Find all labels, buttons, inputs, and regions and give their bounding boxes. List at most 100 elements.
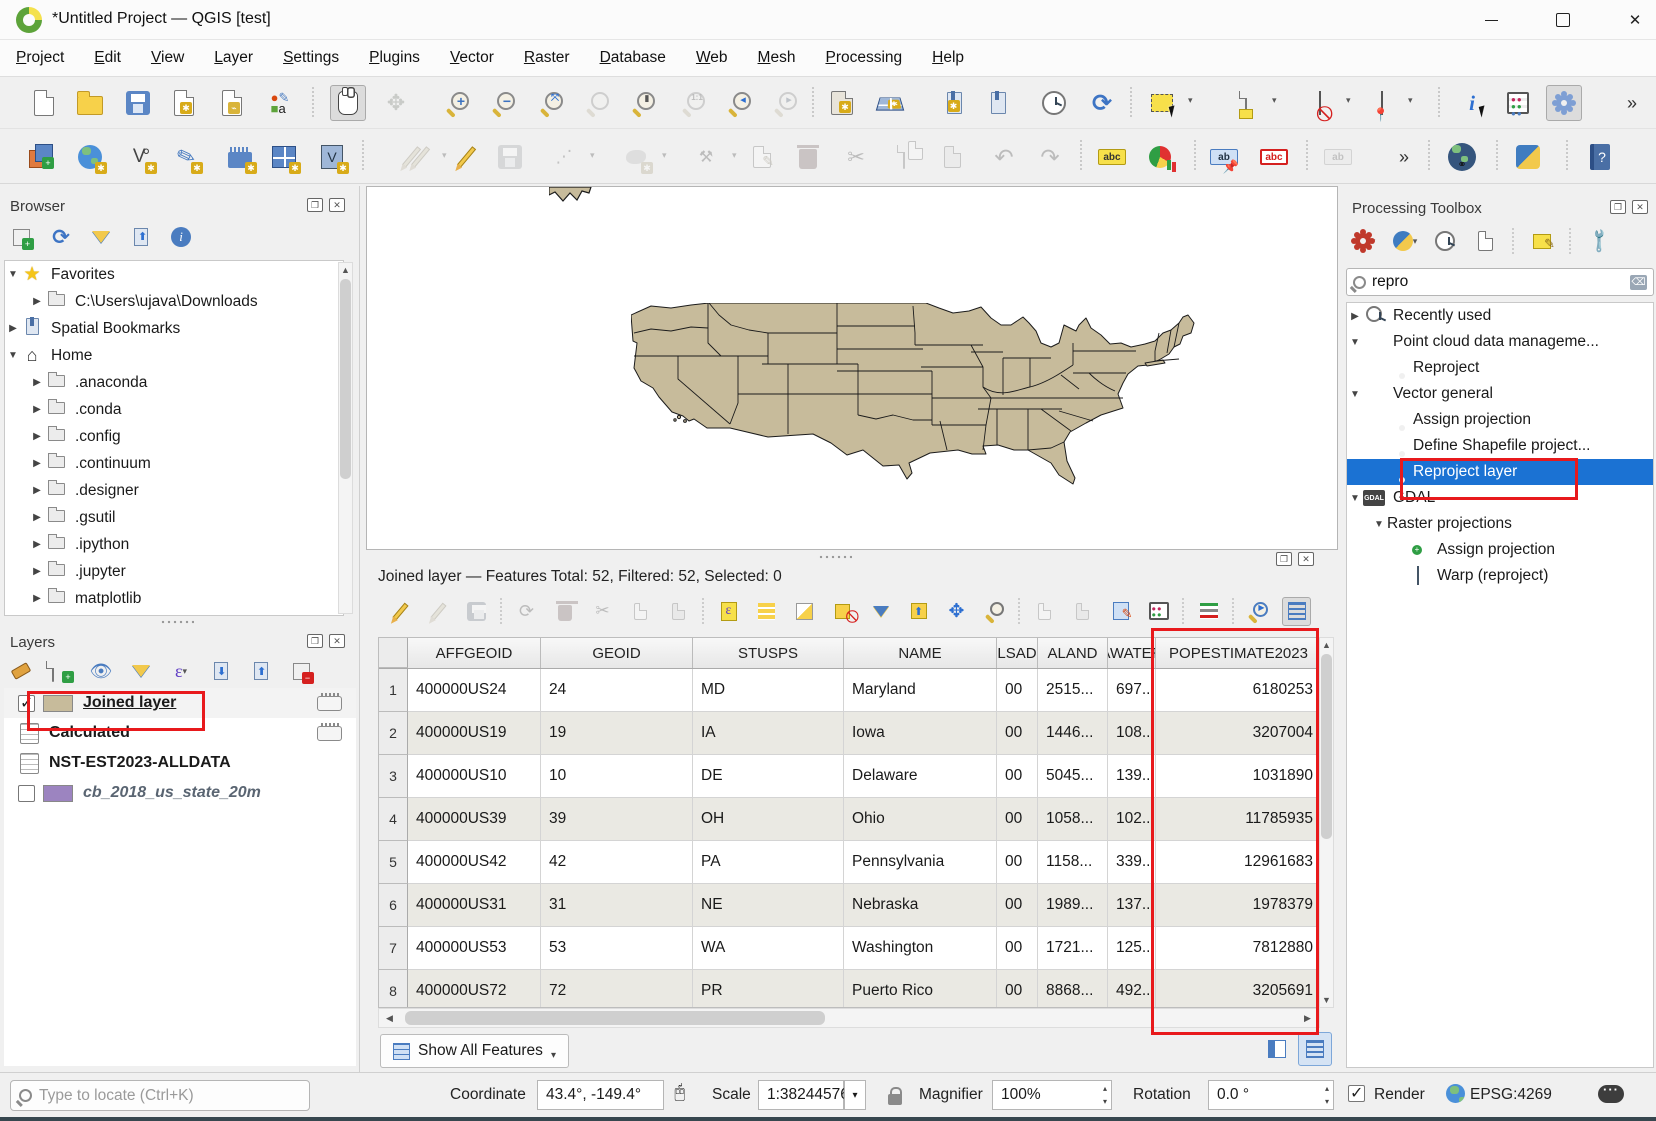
deselect-all-dropdown[interactable]: ▾: [1346, 95, 1351, 106]
browser-item-downloads[interactable]: ▶C:\Users\ujava\Downloads: [5, 288, 343, 315]
save-layer-edits-button[interactable]: [492, 139, 528, 175]
history-icon[interactable]: [1432, 228, 1458, 254]
toolbox-search-box[interactable]: repro ⌫: [1346, 268, 1654, 296]
paste-icon[interactable]: [664, 597, 693, 626]
python-console-button[interactable]: [1510, 139, 1546, 175]
add-selected-layer-icon[interactable]: +: [8, 224, 34, 250]
open-form-icon[interactable]: ✎: [1106, 597, 1135, 626]
browser-item-gsutil[interactable]: ▶.gsutil: [5, 504, 343, 531]
crs-globe-icon[interactable]: [1446, 1084, 1465, 1108]
digitize-dropdown[interactable]: ▾: [590, 150, 595, 161]
toolbox-item-recently-used[interactable]: ▶Recently used: [1347, 303, 1653, 329]
browser-item-config[interactable]: ▶.config: [5, 423, 343, 450]
collapse-all-layers-icon[interactable]: ⬆: [248, 658, 274, 684]
style-manager-button[interactable]: ●✎■a: [262, 85, 298, 121]
new-project-button[interactable]: [26, 85, 62, 121]
select-features-button[interactable]: [1144, 85, 1180, 121]
browser-item-ipython[interactable]: ▶.ipython: [5, 531, 343, 558]
browser-scrollbar[interactable]: ▲: [338, 262, 353, 614]
browser-close-icon[interactable]: ✕: [329, 198, 345, 212]
attribute-close-icon[interactable]: ✕: [1298, 552, 1314, 566]
crs-status[interactable]: EPSG:4269: [1470, 1086, 1552, 1104]
edit-features-in-place-icon[interactable]: ✎: [1529, 228, 1555, 254]
render-checkbox[interactable]: [1348, 1085, 1365, 1102]
properties-info-icon[interactable]: i: [168, 224, 194, 250]
results-viewer-icon[interactable]: [1472, 228, 1498, 254]
table-row[interactable]: 2 400000US19 19 IA Iowa 00 1446... 108..…: [379, 712, 1333, 755]
paste-features-button[interactable]: [934, 139, 970, 175]
toolbox-group-vector-general[interactable]: ▼Vector general: [1347, 381, 1653, 407]
cut-features-button[interactable]: ✂: [838, 139, 874, 175]
zoom-next-button[interactable]: ▸: [768, 85, 804, 121]
table-row[interactable]: 3 400000US10 10 DE Delaware 00 5045... 1…: [379, 755, 1333, 798]
add-vector-layer-button[interactable]: ✱: [72, 139, 108, 175]
filter-browser-icon[interactable]: [88, 224, 114, 250]
column-header-affgeoid[interactable]: AFFGEOID: [408, 638, 541, 668]
zoom-out-button[interactable]: −: [486, 85, 522, 121]
coordinate-value[interactable]: 43.4°, -149.4°: [537, 1080, 664, 1110]
zoom-play-icon[interactable]: ▶: [1244, 597, 1273, 626]
delete-selected-button[interactable]: [790, 139, 826, 175]
select-by-location-button[interactable]: 📍: [1364, 85, 1400, 121]
table-row[interactable]: 6 400000US31 31 NE Nebraska 00 1989... 1…: [379, 884, 1333, 927]
label-move-button[interactable]: ab: [1320, 139, 1356, 175]
locate-bar[interactable]: [10, 1080, 310, 1111]
layers-float-icon[interactable]: ❐: [307, 634, 323, 648]
zoom-to-layer-button[interactable]: ▮: [626, 85, 662, 121]
browser-item-continuum[interactable]: ▶.continuum: [5, 450, 343, 477]
select-by-value-button[interactable]: [1228, 85, 1264, 121]
rotation-value[interactable]: 0.0 °: [1208, 1080, 1334, 1110]
expand-all-icon[interactable]: ⬇: [208, 658, 234, 684]
attribute-table-vscrollbar[interactable]: ▲ ▼: [1319, 637, 1334, 1008]
remove-layer-icon[interactable]: −: [288, 658, 314, 684]
new-field-icon[interactable]: [1030, 597, 1059, 626]
menu-database[interactable]: Database: [600, 49, 666, 67]
shape-digitizing-button[interactable]: ✱: [618, 139, 654, 175]
redo-button[interactable]: ↷: [1032, 139, 1068, 175]
temporal-controller-button[interactable]: [1036, 85, 1072, 121]
layer-swatch[interactable]: [43, 785, 73, 802]
toolbox-group-gdal[interactable]: ▼GDALGDAL: [1347, 485, 1653, 511]
column-header-aland[interactable]: ALAND: [1038, 638, 1108, 668]
browser-float-icon[interactable]: ❐: [307, 198, 323, 212]
layout-manager-button[interactable]: ⌁: [214, 85, 250, 121]
browser-item-favorites[interactable]: ▼★Favorites: [5, 261, 343, 288]
menu-plugins[interactable]: Plugins: [369, 49, 420, 67]
layer-checkbox[interactable]: [18, 785, 35, 802]
toggle-editing-icon[interactable]: [386, 597, 415, 626]
toolbox-item-warp-reproject[interactable]: Warp (reproject): [1347, 563, 1653, 589]
scale-value[interactable]: 1:38244576: [758, 1080, 844, 1110]
toolbox-group-point-cloud[interactable]: ▼Point cloud data manageme...: [1347, 329, 1653, 355]
layer-item-nst-est2023[interactable]: NST-EST2023-ALLDATA: [4, 748, 356, 778]
toolbox-item-reproject[interactable]: Reproject: [1347, 355, 1653, 381]
menu-help[interactable]: Help: [932, 49, 964, 67]
layer-item-cb-2018-us-state[interactable]: cb_2018_us_state_20m: [4, 778, 356, 808]
table-row[interactable]: 7 400000US53 53 WA Washington 00 1721...…: [379, 927, 1333, 970]
digitize-button[interactable]: ⋰: [546, 139, 582, 175]
save-project-button[interactable]: [120, 85, 156, 121]
column-header-name[interactable]: NAME: [844, 638, 997, 668]
browser-item-designer[interactable]: ▶.designer: [5, 477, 343, 504]
zoom-to-selection-icon[interactable]: [980, 597, 1009, 626]
table-row[interactable]: 4 400000US39 39 OH Ohio 00 1058... 102..…: [379, 798, 1333, 841]
maximize-button[interactable]: [1540, 6, 1586, 34]
layer-labeling-button[interactable]: abc: [1094, 139, 1130, 175]
browser-item-conda[interactable]: ▶.conda: [5, 396, 343, 423]
zoom-to-selection-button[interactable]: [580, 85, 616, 121]
statistical-summary-button[interactable]: ●●●●●●: [1500, 85, 1536, 121]
processing-toolbox-toggle-button[interactable]: [1546, 85, 1582, 121]
save-edits-icon[interactable]: [462, 597, 491, 626]
table-row[interactable]: 5 400000US42 42 PA Pennsylvania 00 1158.…: [379, 841, 1333, 884]
show-spatial-bookmarks-button[interactable]: [980, 85, 1016, 121]
map-canvas[interactable]: [366, 186, 1338, 550]
browser-item-jupyter[interactable]: ▶.jupyter: [5, 558, 343, 585]
close-button[interactable]: [1612, 6, 1656, 34]
advanced-digitizing-button[interactable]: ⚒: [688, 139, 724, 175]
locate-input[interactable]: [39, 1087, 279, 1105]
toolbox-item-assign-projection[interactable]: Assign projection: [1347, 407, 1653, 433]
toolbox-float-icon[interactable]: ❐: [1610, 200, 1626, 214]
layers-close-icon[interactable]: ✕: [329, 634, 345, 648]
add-memory-layer-button[interactable]: ✱: [222, 139, 258, 175]
menu-mesh[interactable]: Mesh: [758, 49, 796, 67]
attribute-table-hscrollbar[interactable]: ◀ ▶: [378, 1008, 1320, 1028]
